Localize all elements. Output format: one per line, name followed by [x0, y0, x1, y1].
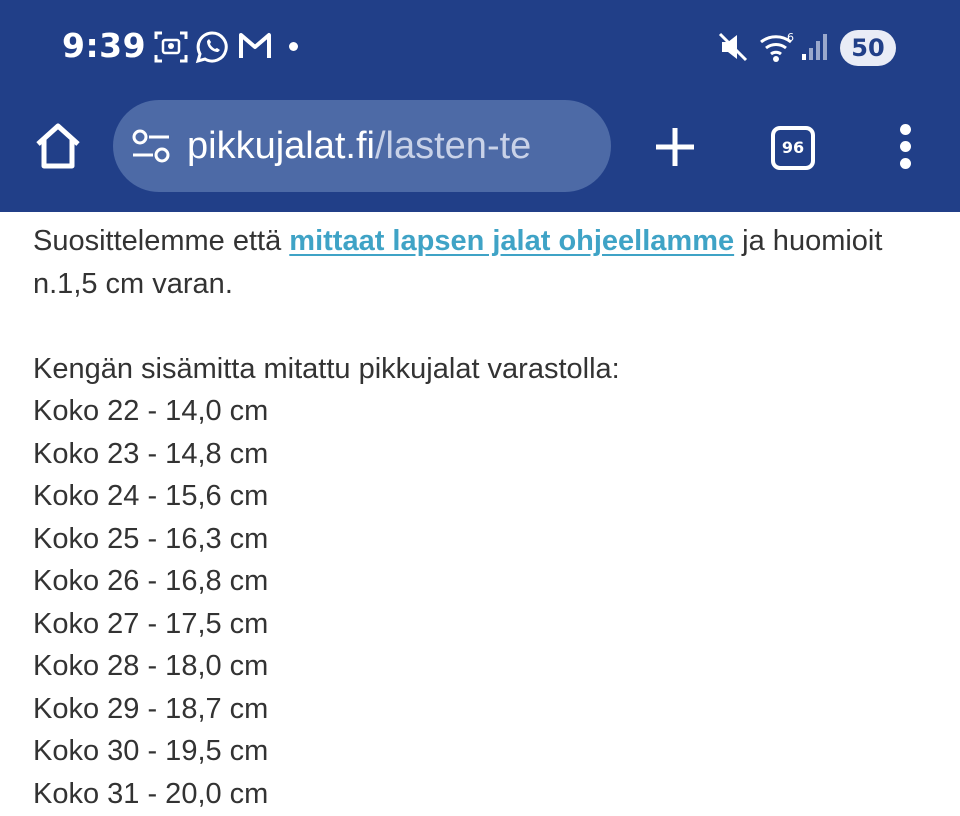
size-item: Koko 26 - 16,8 cm	[33, 565, 269, 597]
size-item: Koko 24 - 15,6 cm	[33, 480, 269, 512]
intro-paragraph: Suosittelemme että mittaat lapsen jalat …	[33, 220, 933, 305]
size-item: Koko 23 - 14,8 cm	[33, 437, 269, 470]
notification-dot	[289, 42, 298, 51]
mute-icon	[718, 32, 748, 62]
site-settings-icon[interactable]	[131, 128, 171, 164]
gmail-icon	[239, 33, 271, 58]
url-bar[interactable]: pikkujalat.fi/lasten-te	[113, 100, 611, 192]
url-domain: pikkujalat.fi	[187, 125, 375, 167]
size-heading: Kengän sisämitta mitattu pikkujalat vara…	[33, 352, 620, 385]
size-item: Koko 25 - 16,3 cm	[33, 522, 269, 555]
size-list: Koko 22 - 14,0 cm Koko 23 - 14,8 cm Koko…	[33, 390, 933, 815]
intro-text-before: Suosittelemme että	[33, 225, 290, 257]
browser-top-bar: 9:39 6 50 pikkujalat.fi/lasten-te 96	[0, 0, 960, 212]
new-tab-icon[interactable]	[652, 124, 698, 170]
measure-instructions-link[interactable]: mittaat lapsen jalat ohjeellamme	[289, 225, 734, 257]
status-time: 9:39	[62, 26, 147, 65]
url-text[interactable]: pikkujalat.fi/lasten-te	[187, 118, 597, 174]
tab-switcher-icon[interactable]: 96	[771, 126, 815, 170]
whatsapp-icon	[195, 31, 228, 64]
menu-icon[interactable]	[895, 124, 915, 170]
svg-text:6: 6	[787, 31, 794, 44]
size-item: Koko 28 - 18,0 cm	[33, 650, 269, 682]
url-path: /lasten-te	[374, 125, 532, 167]
size-item: Koko 29 - 18,7 cm	[33, 692, 269, 725]
wifi-icon: 6	[760, 31, 794, 62]
signal-icon	[802, 34, 827, 60]
size-item: Koko 27 - 17,5 cm	[33, 607, 269, 640]
battery-indicator: 50	[840, 30, 896, 66]
screenshot-icon	[154, 31, 188, 63]
size-item: Koko 30 - 19,5 cm	[33, 735, 269, 767]
page-content: Suosittelemme että mittaat lapsen jalat …	[33, 220, 933, 815]
size-item: Koko 31 - 20,0 cm	[33, 777, 269, 810]
size-item: Koko 22 - 14,0 cm	[33, 395, 269, 427]
home-icon[interactable]	[30, 118, 86, 174]
